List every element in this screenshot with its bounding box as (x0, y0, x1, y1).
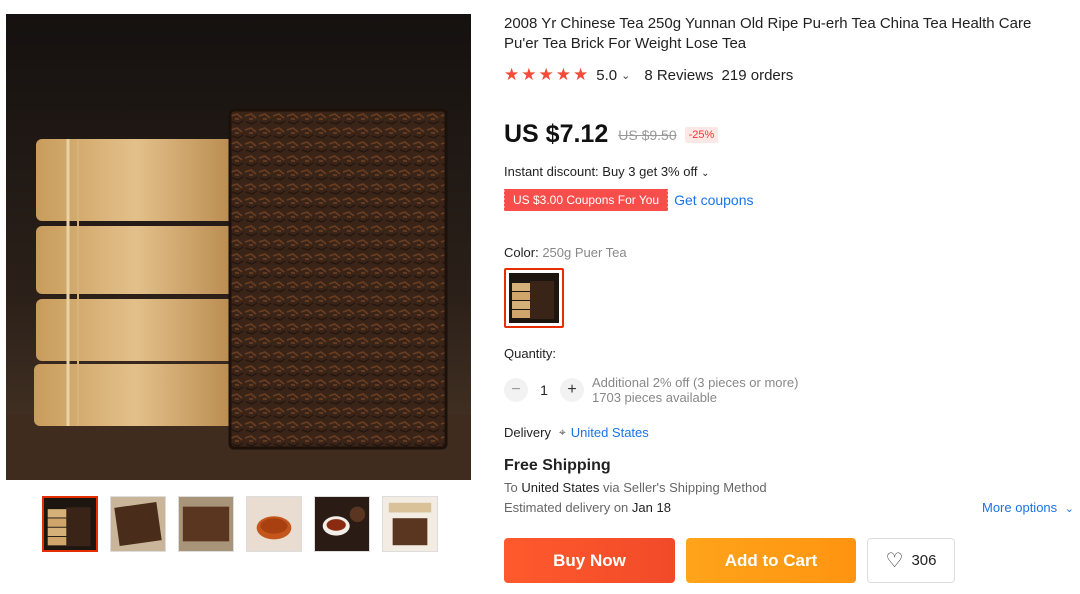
thumbnail-1[interactable] (42, 496, 98, 552)
wishlist-button[interactable]: ♡ 306 (867, 538, 955, 583)
product-title: 2008 Yr Chinese Tea 250g Yunnan Old Ripe… (504, 15, 1032, 52)
original-price: US $9.50 (618, 126, 677, 143)
star-icon: ★ (521, 65, 537, 84)
delivery-country-link[interactable]: United States (571, 425, 649, 440)
color-value: 250g Puer Tea (542, 245, 627, 260)
thumbnail-6[interactable] (382, 496, 438, 552)
stock-available-text: 1703 pieces available (592, 390, 718, 405)
coupon-badge[interactable]: US $3.00 Coupons For You (502, 189, 669, 211)
more-options-link[interactable]: More options ⌄ (982, 500, 1074, 515)
color-label: Color: 250g Puer Tea (504, 245, 627, 260)
main-product-image[interactable] (6, 14, 471, 480)
instant-discount[interactable]: Instant discount: Buy 3 get 3% off ⌄ (504, 164, 709, 179)
free-shipping-title: Free Shipping (504, 457, 611, 474)
thumbnail-3[interactable] (178, 496, 234, 552)
bulk-discount-text: Additional 2% off (3 pieces or more) (592, 375, 799, 390)
star-icon: ★ (573, 65, 589, 84)
star-icon: ★ (555, 65, 571, 84)
orders-count: 219 orders (721, 66, 794, 84)
delivery-label: Delivery (504, 425, 551, 440)
estimated-delivery-date: Jan 18 (631, 500, 671, 515)
chevron-down-icon: ⌄ (701, 168, 710, 179)
color-label-text: Color: (504, 245, 539, 260)
get-coupons-link[interactable]: Get coupons (674, 192, 753, 208)
rating-score[interactable]: 5.0 (596, 67, 617, 84)
shipping-destination: To United States via Seller's Shipping M… (504, 480, 767, 495)
wishlist-count: 306 (911, 552, 937, 569)
color-option-swatch[interactable] (504, 268, 564, 328)
shipping-method: via Seller's Shipping Method (603, 480, 767, 495)
buy-now-button[interactable]: Buy Now (504, 538, 675, 583)
location-pin-icon: ⌖ (558, 425, 566, 439)
thumbnail-strip (42, 496, 438, 552)
thumbnail-4[interactable] (246, 496, 302, 552)
heart-icon: ♡ (885, 549, 904, 572)
quantity-increase-button[interactable]: + (560, 378, 584, 402)
reviews-link[interactable]: 8 Reviews (644, 67, 713, 84)
coupon-row: US $3.00 Coupons For You Get coupons (502, 189, 754, 211)
thumbnail-5[interactable] (314, 496, 370, 552)
quantity-label: Quantity: (504, 346, 557, 361)
quantity-value[interactable]: 1 (528, 382, 560, 398)
discount-badge: -25% (684, 126, 719, 143)
instant-discount-text: Instant discount: Buy 3 get 3% off (504, 164, 698, 179)
estimated-delivery-prefix: Estimated delivery on (504, 500, 629, 515)
chevron-down-icon[interactable]: ⌄ (621, 69, 630, 82)
star-icon: ★ (538, 65, 554, 84)
estimated-delivery: Estimated delivery on Jan 18 (504, 500, 671, 515)
ship-to-country: United States (521, 480, 600, 495)
ship-to-prefix: To (504, 480, 518, 495)
rating-row: ★ ★ ★ ★ ★ 5.0 ⌄ 8 Reviews 219 orders (504, 66, 793, 84)
star-icon: ★ (504, 65, 520, 84)
delivery-row: Delivery ⌖ United States (504, 425, 649, 440)
rating-stars: ★ ★ ★ ★ ★ (504, 66, 588, 84)
add-to-cart-button[interactable]: Add to Cart (686, 538, 856, 583)
chevron-down-icon: ⌄ (1064, 503, 1074, 515)
thumbnail-2[interactable] (110, 496, 166, 552)
quantity-info: Additional 2% off (3 pieces or more) 170… (592, 375, 798, 405)
current-price: US $7.12 (504, 120, 609, 148)
quantity-decrease-button[interactable]: − (504, 378, 528, 402)
price-row: US $7.12 US $9.50 -25% (504, 120, 719, 149)
quantity-stepper: − 1 + Additional 2% off (3 pieces or mor… (504, 375, 798, 405)
more-options-text: More options (982, 500, 1058, 515)
